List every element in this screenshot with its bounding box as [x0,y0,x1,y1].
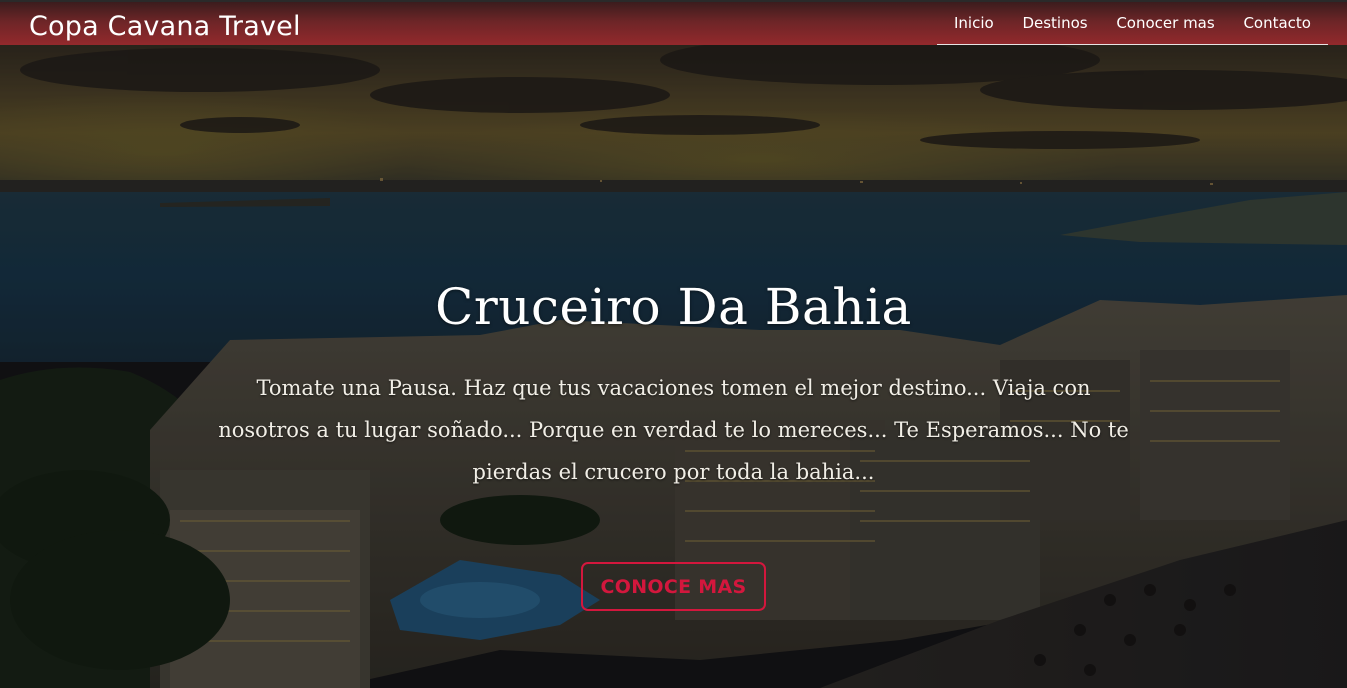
hero-title: Cruceiro Da Bahia [435,278,912,336]
hero-section: Cruceiro Da Bahia Tomate una Pausa. Haz … [0,45,1347,688]
hero-description: Tomate una Pausa. Haz que tus vacaciones… [218,376,1129,484]
nav-links: Inicio Destinos Conocer mas Contacto [937,2,1328,45]
page: Copa Cavana Travel Inicio Destinos Conoc… [0,0,1347,688]
brand-logo-text[interactable]: Copa Cavana Travel [29,11,301,43]
nav-link-inicio[interactable]: Inicio [954,14,994,32]
nav-link-destinos[interactable]: Destinos [1022,14,1087,32]
navbar: Copa Cavana Travel Inicio Destinos Conoc… [0,0,1347,45]
nav-link-contacto[interactable]: Contacto [1243,14,1311,32]
nav-link-conocer-mas[interactable]: Conocer mas [1116,14,1214,32]
conoce-mas-button[interactable]: CONOCE MAS [581,562,766,611]
